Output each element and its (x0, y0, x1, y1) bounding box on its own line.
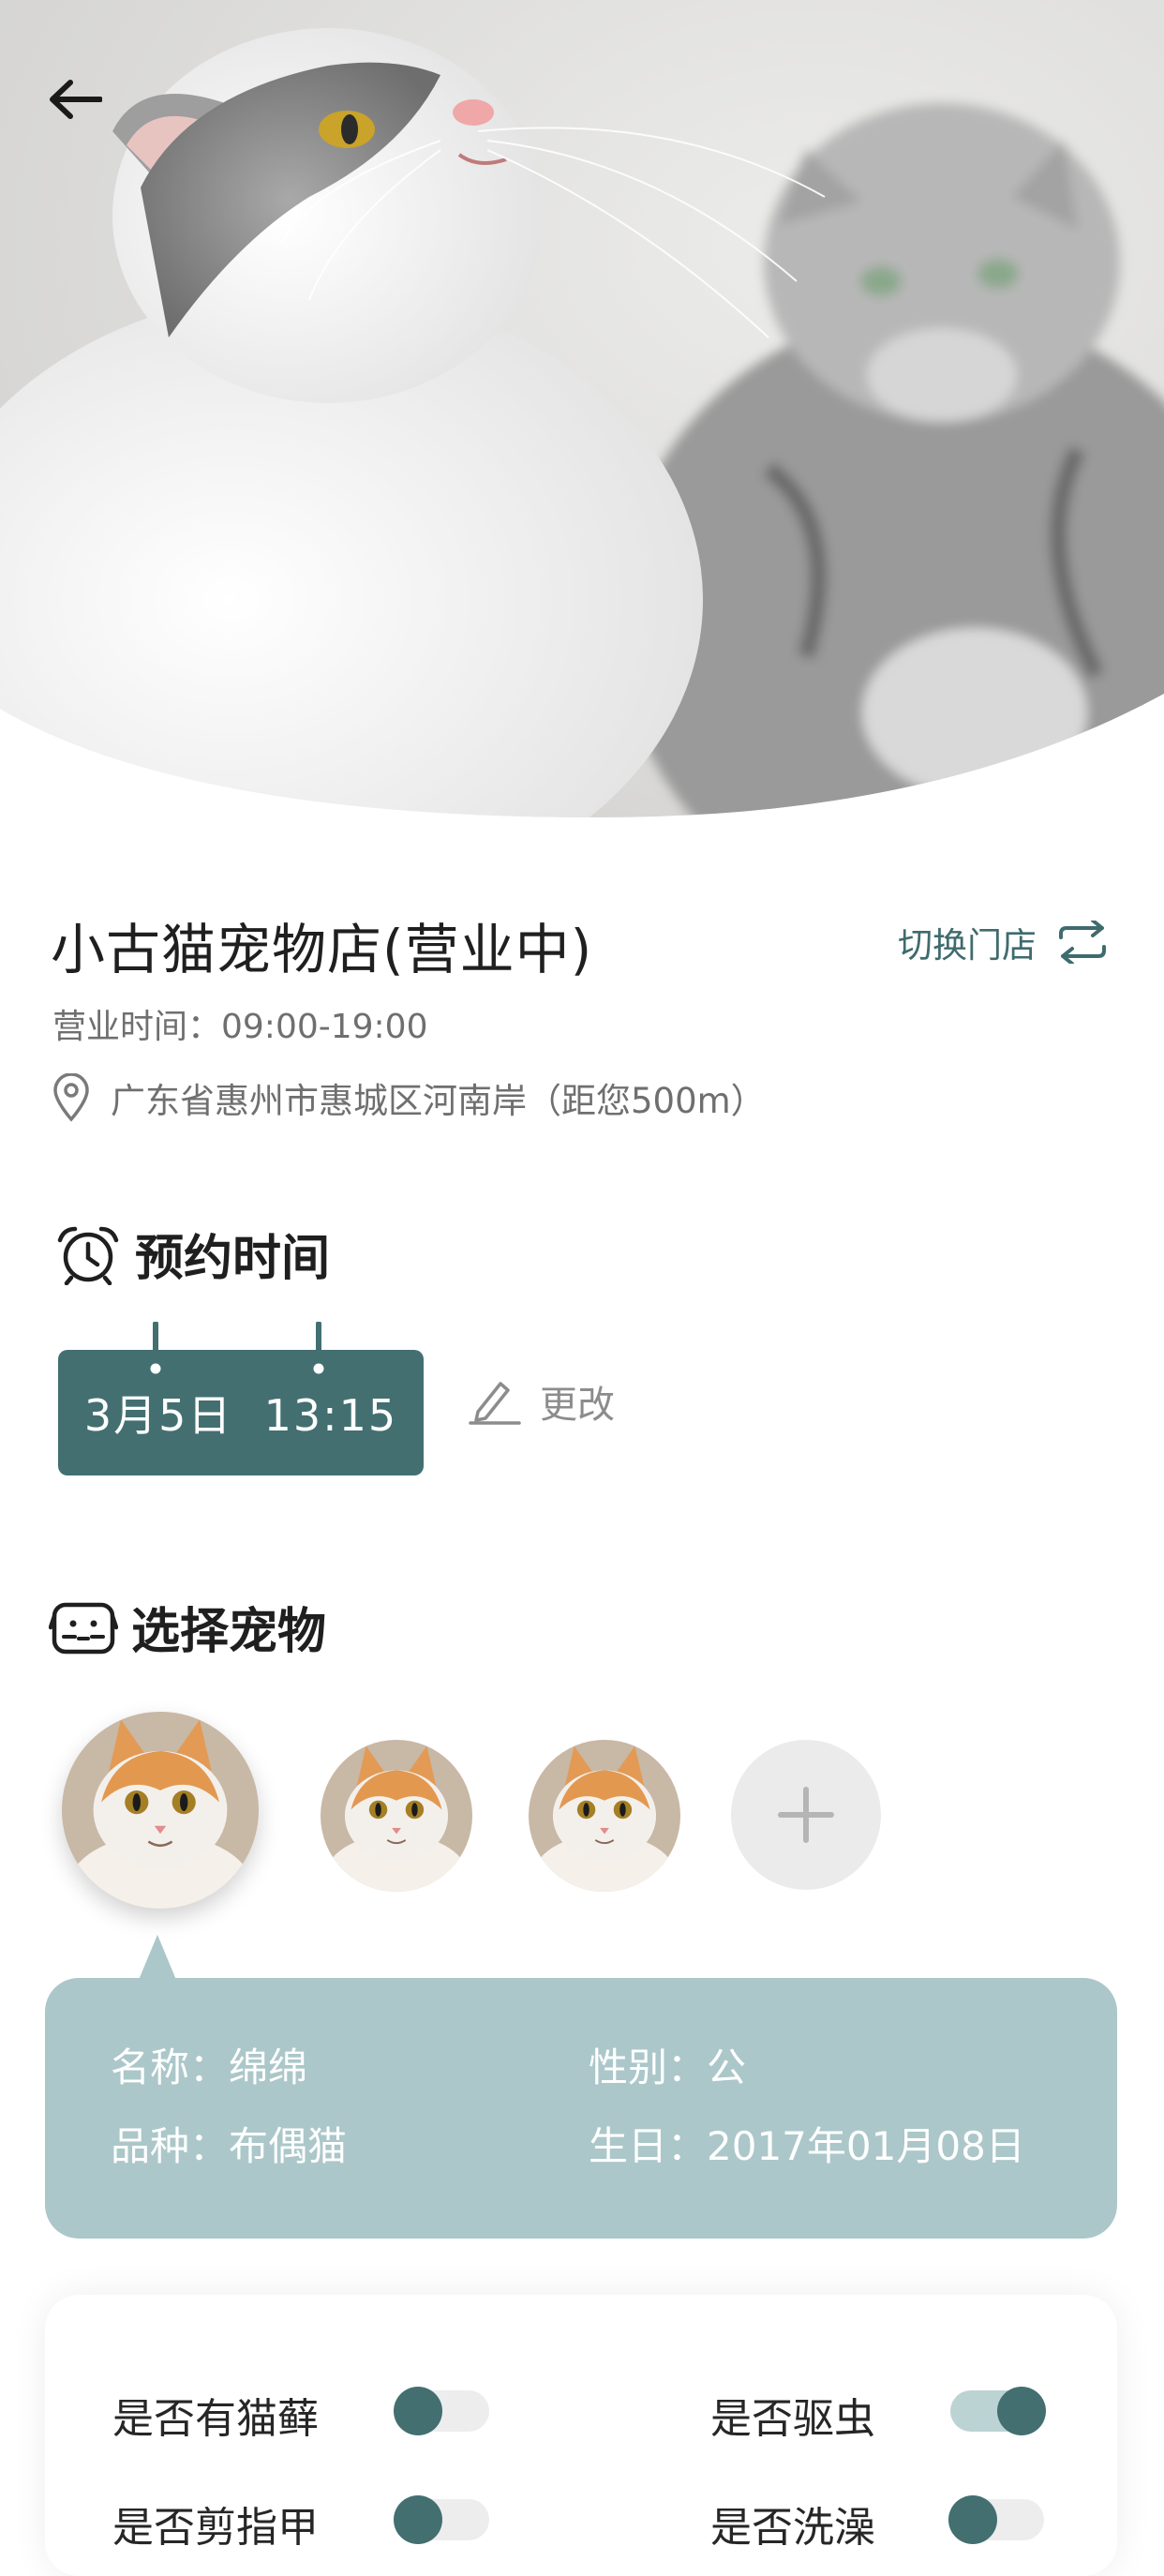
option-label-deworm: 是否驱虫 (710, 2395, 875, 2443)
toggle-knob (394, 2387, 442, 2435)
plus-icon (778, 1787, 834, 1843)
toggle-knob (394, 2495, 442, 2544)
pet-birthday-value: 2017年01月08日 (707, 2123, 1025, 2169)
options-card: 是否有猫藓 是否驱虫 是否剪指甲 是否洗澡 (45, 2295, 1117, 2576)
address-text: 广东省惠州市惠城区河南岸（距您500m） (111, 1081, 766, 1121)
pet-breed-value: 布偶猫 (229, 2123, 348, 2169)
toggle-knob (948, 2495, 997, 2544)
pet-avatar-selected[interactable] (62, 1712, 259, 1909)
pet-birthday-label: 生日： (589, 2123, 708, 2169)
cat-photo (321, 1740, 472, 1892)
pet-breed-label: 品种： (111, 2123, 230, 2169)
pet-face-icon (49, 1599, 118, 1655)
pet-breed-field: 品种：布偶猫 (111, 2115, 347, 2172)
toggle-bath[interactable] (948, 2495, 1044, 2544)
business-hours: 营业时间：09:00-19:00 (52, 1008, 428, 1046)
change-time-button[interactable]: 更改 (469, 1374, 615, 1429)
pencil-icon (469, 1378, 521, 1425)
add-pet-button[interactable] (731, 1740, 881, 1890)
toggle-ringworm[interactable] (394, 2387, 489, 2435)
switch-store-button[interactable]: 切换门店 (898, 917, 1108, 967)
pet-info-card: 名称：绵绵 品种：布偶猫 性别：公 生日：2017年01月08日 (45, 1978, 1117, 2239)
hero-image (0, 0, 1164, 817)
shop-address: 广东省惠州市惠城区河南岸（距您500m） (52, 1072, 766, 1123)
location-pin-icon (52, 1073, 90, 1122)
switch-icon (1057, 921, 1108, 964)
change-label: 更改 (540, 1384, 615, 1427)
pet-name-label: 名称： (111, 2044, 230, 2090)
toggle-nail-trim[interactable] (394, 2495, 489, 2544)
pet-avatar[interactable] (321, 1740, 472, 1892)
pet-name-field: 名称：绵绵 (111, 2036, 307, 2093)
alarm-clock-icon (54, 1223, 122, 1285)
switch-store-label: 切换门店 (898, 925, 1037, 966)
pet-gender-label: 性别： (589, 2044, 708, 2090)
cat-photo (529, 1740, 680, 1892)
toggle-knob (997, 2387, 1046, 2435)
pet-birthday-field: 生日：2017年01月08日 (589, 2115, 1025, 2172)
option-label-ringworm: 是否有猫藓 (112, 2395, 319, 2443)
appointment-datetime: 3月5日 13:15 (83, 1390, 398, 1441)
back-button[interactable] (41, 66, 109, 133)
calendar-ring-icon (147, 1322, 164, 1377)
option-label-bath: 是否洗澡 (710, 2504, 875, 2552)
option-label-nail-trim: 是否剪指甲 (112, 2504, 319, 2552)
pet-name-value: 绵绵 (229, 2044, 308, 2090)
pet-gender-value: 公 (707, 2044, 747, 2090)
pets-section-title: 选择宠物 (49, 1592, 326, 1662)
toggle-deworm[interactable] (950, 2387, 1046, 2435)
cat-photo (62, 1712, 259, 1909)
appointment-section-title: 预约时间 (54, 1219, 330, 1289)
calendar-ring-icon (310, 1322, 327, 1377)
pet-avatar[interactable] (529, 1740, 680, 1892)
pet-card-pointer (139, 1935, 176, 1980)
pet-gender-field: 性别：公 (589, 2036, 746, 2093)
shop-name: 小古猫宠物店(营业中) (51, 918, 593, 981)
arrow-left-icon (50, 80, 102, 119)
appointment-date-card[interactable]: 3月5日 13:15 (58, 1350, 424, 1475)
appointment-title: 预约时间 (135, 1231, 331, 1287)
pets-title: 选择宠物 (131, 1604, 327, 1660)
